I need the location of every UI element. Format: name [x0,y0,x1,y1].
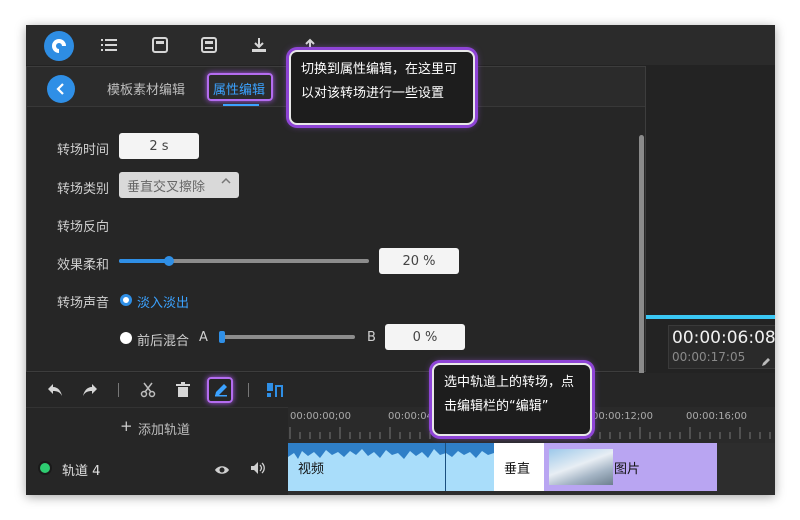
mix-slider-handle[interactable] [219,331,225,343]
ruler-tick-label: 00:00:04 [388,411,433,422]
mix-option-label[interactable]: 前后混合 [137,330,189,349]
add-track-button[interactable]: 添加轨道 [138,419,190,438]
clip-label: 视频 [298,462,325,477]
ruler-tick-label: 00:00:16;00 [686,411,748,422]
panel-scrollbar[interactable] [639,135,644,389]
plus-icon[interactable]: + [120,417,133,435]
duration-label: 转场时间 [57,143,110,158]
mix-value-input[interactable]: 0 % [385,324,465,350]
trash-icon[interactable] [174,381,192,399]
type-select[interactable]: 垂直交叉擦除 [119,172,239,198]
list-icon[interactable] [98,35,120,55]
preview-progress-line [646,315,775,319]
type-label: 转场类别 [57,182,110,197]
sound-label: 转场声音 [57,296,110,311]
undo-icon[interactable] [46,381,64,399]
redo-icon[interactable] [81,381,99,399]
eye-icon[interactable] [214,461,230,480]
track-status-dot [40,463,50,473]
edit-toolbar [26,373,775,407]
active-tab-indicator [223,104,259,106]
chevron-up-icon [221,175,231,190]
scissors-icon[interactable] [139,381,157,399]
edit-button-highlight [207,377,233,403]
toolbar-divider [118,383,119,397]
image-thumbnail [549,449,613,485]
softness-slider-fill [119,259,169,263]
save-as-icon[interactable] [198,35,220,55]
image-clip[interactable]: 图片 [544,443,717,491]
mix-radio[interactable] [120,332,132,344]
track-controls: 轨道 4 [26,443,288,495]
tab-attribute-edit[interactable]: 属性编辑 [213,79,265,98]
download-icon[interactable] [248,35,270,55]
video-clip[interactable]: 视频 [288,443,494,491]
mix-slider-track[interactable] [219,335,355,339]
softness-label: 效果柔和 [57,258,110,273]
track-row: 轨道 4 视频 垂直 图片 [26,443,775,495]
edit-tip-callout: 选中轨道上的转场，点击编辑栏的“编辑” [432,363,592,436]
current-timecode: 00:00:06:08 [672,328,775,348]
mix-a-label: A [199,330,208,345]
editor-window: 模板素材编辑 属性编辑 转场时间 2 s 转场类别 垂直交叉擦除 转场反向 效果… [26,25,775,495]
app-logo-icon[interactable] [44,31,74,61]
clip-label: 垂直 [504,462,531,477]
fade-radio[interactable] [120,294,132,306]
fade-option-label[interactable]: 淡入淡出 [137,292,189,311]
ruler-tick-label: 00:00:00;00 [290,411,352,422]
type-select-value: 垂直交叉擦除 [127,179,206,195]
ruler-tick-label: 00:00:12;00 [592,411,654,422]
reverse-label: 转场反向 [57,220,110,235]
timecode-display: 00:00:06:08 00:00:17:05 [668,325,775,369]
tab-tip-callout: 切换到属性编辑，在这里可以对该转场进行一些设置 [289,50,475,125]
track-header: + 添加轨道 [26,407,288,443]
toolbar-divider-2 [248,383,249,397]
softness-value-input[interactable]: 20 % [379,248,459,274]
pencil-small-icon[interactable] [761,352,771,371]
softness-slider-handle[interactable] [164,256,174,266]
mix-b-label: B [367,330,376,345]
split-track-icon[interactable] [266,381,284,399]
clip-divider [445,443,446,491]
tab-template-material[interactable]: 模板素材编辑 [107,79,185,98]
save-icon[interactable] [149,35,171,55]
track-name: 轨道 4 [62,464,101,479]
back-button[interactable] [47,75,75,103]
transition-clip[interactable]: 垂直 [494,443,544,491]
duration-input[interactable]: 2 s [119,133,199,159]
clip-label: 图片 [614,462,641,477]
total-timecode: 00:00:17:05 [672,350,746,364]
speaker-icon[interactable] [250,460,266,479]
